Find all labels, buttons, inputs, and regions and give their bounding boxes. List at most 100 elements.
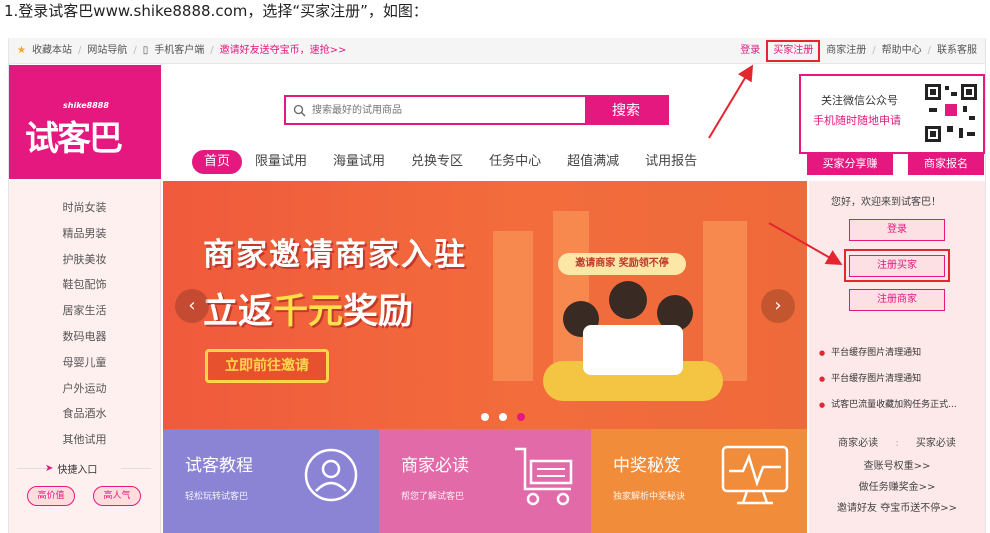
- banner-subheadline-suffix: 奖励: [343, 292, 414, 332]
- promo-banner[interactable]: 商家邀请商家入驻 立返千元奖励 立即前往邀请 邀请商家 奖励领不停 ‹ ›: [163, 181, 807, 429]
- link-invite-friends[interactable]: 邀请好友 夺宝币送不停>>: [809, 499, 985, 514]
- high-popularity-pill[interactable]: 高人气: [93, 486, 141, 506]
- divider: [17, 468, 47, 469]
- site-logo[interactable]: shike8888 试客巴: [9, 65, 161, 179]
- category-item[interactable]: 鞋包配饰: [9, 272, 160, 298]
- search-bar: 搜索: [284, 95, 669, 125]
- tile-winning-tips[interactable]: 中奖秘笈 独家解析中奖秘诀: [591, 429, 807, 533]
- qr-code-icon: [923, 82, 979, 144]
- nav-discount[interactable]: 超值满减: [554, 150, 632, 174]
- tile-subtitle: 独家解析中奖秘诀: [613, 492, 686, 502]
- topbar-invite-link[interactable]: 邀请好友送夺宝币，速抢>>: [220, 38, 347, 64]
- link-check-weight[interactable]: 查账号权重>>: [809, 457, 985, 472]
- panel-register-buyer-button[interactable]: 注册买家: [849, 255, 945, 277]
- nav-trial-report[interactable]: 试用报告: [632, 150, 710, 174]
- nav-mass-trial[interactable]: 海量试用: [320, 150, 398, 174]
- carousel-dot[interactable]: [481, 413, 489, 421]
- divider: /: [210, 45, 214, 56]
- category-item[interactable]: 食品酒水: [9, 401, 160, 427]
- carousel-dot-active[interactable]: [517, 413, 525, 421]
- shopping-cart-icon: [515, 447, 573, 506]
- search-icon: [286, 97, 312, 123]
- banner-subheadline: 立返千元奖励: [203, 283, 413, 334]
- banner-illustration: [523, 281, 743, 401]
- topbar-buyer-register-link[interactable]: 买家注册: [766, 40, 821, 62]
- website-frame: ★ 收藏本站 / 网站导航 / ▯ 手机客户端 / 邀请好友送夺宝币，速抢>> …: [8, 38, 986, 533]
- category-item[interactable]: 户外运动: [9, 376, 160, 402]
- qr-title: 关注微信公众号: [821, 94, 898, 107]
- topbar-site-nav-link[interactable]: 网站导航: [87, 38, 127, 64]
- guide-tabs: 商家必读 : 买家必读: [809, 434, 985, 449]
- user-icon: [304, 448, 358, 502]
- nav-task-center[interactable]: 任务中心: [476, 150, 554, 174]
- logo-text: 试客巴: [25, 119, 123, 159]
- category-item[interactable]: 护肤美妆: [9, 247, 160, 273]
- banner-ribbon: 邀请商家 奖励领不停: [558, 253, 686, 275]
- quick-entry-label: 快捷入口: [57, 465, 98, 476]
- category-item[interactable]: 居家生活: [9, 298, 160, 324]
- topbar-help-center-link[interactable]: 帮助中心: [882, 38, 922, 64]
- buyer-share-button[interactable]: 买家分享赚: [807, 153, 893, 175]
- divider: /: [133, 45, 137, 56]
- search-input[interactable]: [312, 97, 585, 123]
- tile-subtitle: 轻松玩转试客巴: [185, 492, 249, 502]
- topbar-login-link[interactable]: 登录: [740, 38, 760, 64]
- tile-tutorial[interactable]: 试客教程 轻松玩转试客巴: [163, 429, 379, 533]
- news-item[interactable]: 平台缓存图片清理通知: [819, 371, 979, 384]
- banner-subheadline-highlight: 千元: [273, 292, 344, 332]
- merchant-apply-button[interactable]: 商家报名: [908, 153, 984, 175]
- panel-register-merchant-button[interactable]: 注册商家: [849, 289, 945, 311]
- carousel-dot[interactable]: [499, 413, 507, 421]
- category-item[interactable]: 数码电器: [9, 324, 160, 350]
- tile-title: 中奖秘笈: [613, 456, 681, 476]
- tab-buyer-guide[interactable]: 买家必读: [916, 438, 956, 449]
- nav-home[interactable]: 首页: [192, 150, 243, 174]
- qr-subtitle: 手机随时随地申请: [813, 114, 901, 127]
- link-task-bonus[interactable]: 做任务赚奖金>>: [809, 478, 985, 493]
- tile-title: 商家必读: [401, 456, 469, 476]
- high-value-pill[interactable]: 高价值: [27, 486, 75, 506]
- carousel-dots: [481, 413, 525, 421]
- divider: /: [927, 45, 931, 56]
- news-item[interactable]: 平台缓存图片清理通知: [819, 345, 979, 358]
- tile-merchant-guide[interactable]: 商家必读 帮您了解试客巴: [379, 429, 591, 533]
- panel-login-button[interactable]: 登录: [849, 219, 945, 241]
- search-button[interactable]: 搜索: [585, 97, 667, 123]
- wechat-qr-box: 关注微信公众号 手机随时随地申请: [799, 74, 985, 154]
- category-item[interactable]: 其他试用: [9, 427, 160, 453]
- arrow-to-buyer-register: [708, 64, 754, 139]
- category-item[interactable]: 时尚女装: [9, 195, 160, 221]
- divider: [121, 468, 151, 469]
- topbar-bookmark-link[interactable]: 收藏本站: [32, 38, 72, 64]
- tab-merchant-guide[interactable]: 商家必读: [838, 438, 878, 449]
- quick-entry-heading: ➤ 快捷入口: [45, 461, 97, 476]
- category-item[interactable]: 精品男装: [9, 221, 160, 247]
- divider: /: [872, 45, 876, 56]
- welcome-text: 您好，欢迎来到试客巴！: [831, 197, 941, 208]
- divider: /: [77, 45, 82, 56]
- banner-next-arrow-icon[interactable]: ›: [761, 289, 795, 323]
- banner-invite-button[interactable]: 立即前往邀请: [205, 349, 329, 383]
- star-icon: ★: [17, 45, 26, 56]
- topbar-mobile-client-link[interactable]: 手机客户端: [154, 38, 204, 64]
- monitor-chart-icon: [721, 445, 789, 505]
- logo-small-text: shike8888: [63, 101, 109, 110]
- banner-headline: 商家邀请商家入驻: [203, 237, 467, 273]
- paper-plane-icon: ➤: [45, 463, 54, 474]
- nav-limited-trial[interactable]: 限量试用: [242, 150, 320, 174]
- banner-subheadline-prefix: 立返: [203, 292, 274, 332]
- top-bar: ★ 收藏本站 / 网站导航 / ▯ 手机客户端 / 邀请好友送夺宝币，速抢>> …: [9, 38, 985, 64]
- banner-prev-arrow-icon[interactable]: ‹: [175, 289, 209, 323]
- tile-title: 试客教程: [185, 456, 253, 476]
- news-item[interactable]: 试客巴流量收藏加购任务正式...: [819, 397, 979, 410]
- main-nav: 首页 限量试用 海量试用 兑换专区 任务中心 超值满减 试用报告: [192, 150, 710, 174]
- divider: :: [895, 438, 899, 449]
- topbar-contact-link[interactable]: 联系客服: [937, 38, 977, 64]
- nav-exchange-zone[interactable]: 兑换专区: [398, 150, 476, 174]
- tile-subtitle: 帮您了解试客巴: [401, 492, 465, 502]
- category-sidebar: 时尚女装 精品男装 护肤美妆 鞋包配饰 居家生活 数码电器 母婴儿童 户外运动 …: [9, 181, 161, 533]
- document-caption: 1.登录试客巴www.shike8888.com，选择“买家注册”，如图：: [4, 2, 428, 20]
- category-item[interactable]: 母婴儿童: [9, 350, 160, 376]
- topbar-merchant-register-link[interactable]: 商家注册: [826, 38, 866, 64]
- user-panel: 您好，欢迎来到试客巴！ 登录 注册买家 注册商家 平台缓存图片清理通知 平台缓存…: [809, 181, 985, 533]
